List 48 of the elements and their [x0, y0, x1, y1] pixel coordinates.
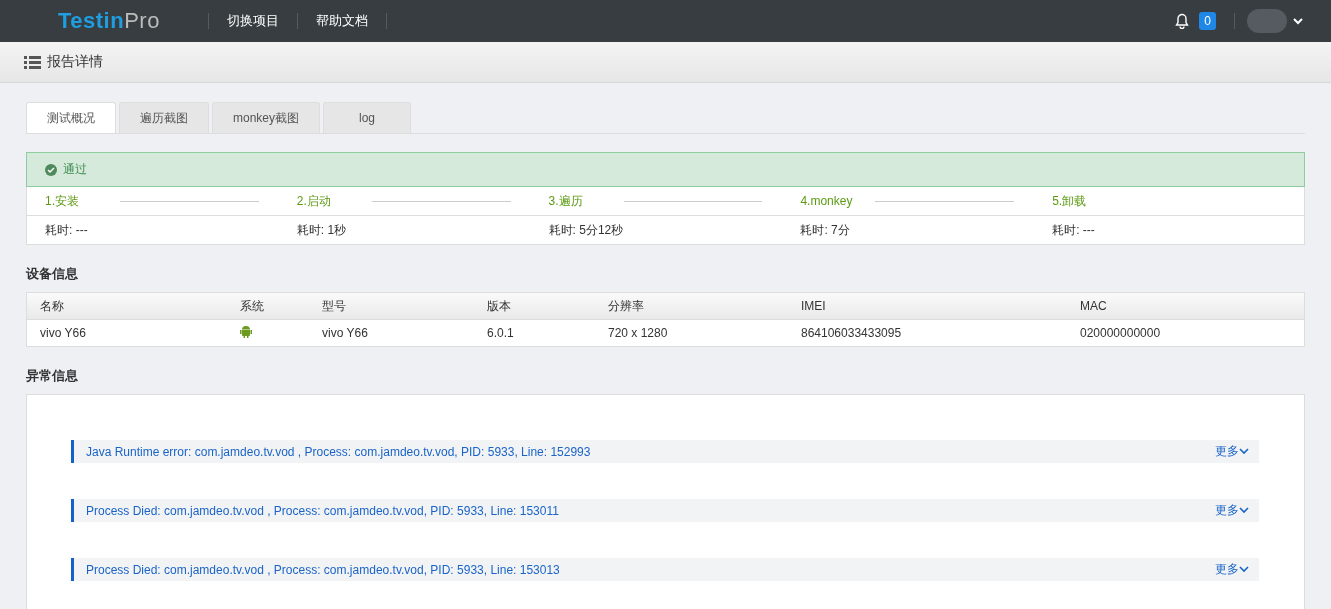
column-header: 系统 [240, 297, 265, 315]
step-label: 2.启动 [296, 192, 332, 210]
step-duration: 耗时: --- [1052, 221, 1096, 239]
step-label: 3.遍历 [548, 192, 584, 210]
status-text: 通过 [63, 161, 87, 178]
android-icon [240, 325, 252, 338]
nav-link[interactable]: 切换项目 [208, 12, 297, 30]
table-cell-text: 020000000000 [1080, 326, 1162, 340]
section-title: 设备信息 [26, 265, 79, 283]
tab[interactable]: 遍历截图 [119, 102, 209, 133]
exception-text: Process Died: com.jamdeo.tv.vod , Process: com.jamdeo.tv.vod, PID: 5933, Line: 153011 [86, 503, 559, 518]
step-label: 5.卸载 [1052, 192, 1088, 210]
step-duration: 耗时: --- [45, 221, 89, 239]
bell-icon[interactable] [1175, 13, 1190, 29]
notification-count[interactable]: 0 [1199, 12, 1216, 30]
column-header: 分辨率 [608, 297, 645, 315]
step-duration: 耗时: 5分12秒 [548, 221, 625, 239]
tab[interactable]: monkey截图 [212, 102, 321, 133]
column-header: 型号 [322, 297, 347, 315]
more-link[interactable]: 更多 [1215, 502, 1249, 519]
nav-link[interactable]: 帮助文档 [297, 12, 386, 30]
column-header: MAC [1080, 299, 1108, 313]
exception-text: Process Died: com.jamdeo.tv.vod , Process: com.jamdeo.tv.vod, PID: 5933, Line: 153013 [86, 562, 560, 577]
step-label: 4.monkey [800, 194, 854, 208]
column-header: 版本 [487, 297, 512, 315]
check-circle-icon [45, 163, 57, 176]
chevron-down-icon[interactable] [1239, 448, 1249, 455]
list-icon [24, 55, 41, 69]
chevron-down-icon[interactable] [1239, 566, 1249, 573]
table-cell-text: 6.0.1 [487, 326, 515, 340]
table-cell-text: vivo Y66 [40, 326, 87, 340]
chevron-down-icon[interactable] [1239, 507, 1249, 514]
step-duration: 耗时: 7分 [800, 221, 851, 239]
logo[interactable]: TestinPro [58, 8, 160, 34]
page-title: 报告详情 [47, 53, 103, 71]
table-cell-text: 720 x 1280 [608, 326, 669, 340]
step-label: 1.安装 [45, 192, 80, 210]
table-cell-text: 864106033433095 [801, 326, 903, 340]
more-link[interactable]: 更多 [1215, 443, 1249, 460]
section-title: 异常信息 [26, 367, 79, 385]
step-duration: 耗时: 1秒 [296, 221, 348, 239]
column-header: 名称 [40, 297, 65, 315]
more-link[interactable]: 更多 [1215, 561, 1249, 578]
tab[interactable]: 测试概况 [26, 102, 116, 133]
table-cell-text: vivo Y66 [322, 326, 369, 340]
column-header: IMEI [801, 299, 827, 313]
exception-text: Java Runtime error: com.jamdeo.tv.vod , Process: com.jamdeo.tv.vod, PID: 5933, Line: 152993 [86, 444, 591, 459]
tab[interactable]: log [323, 102, 412, 133]
